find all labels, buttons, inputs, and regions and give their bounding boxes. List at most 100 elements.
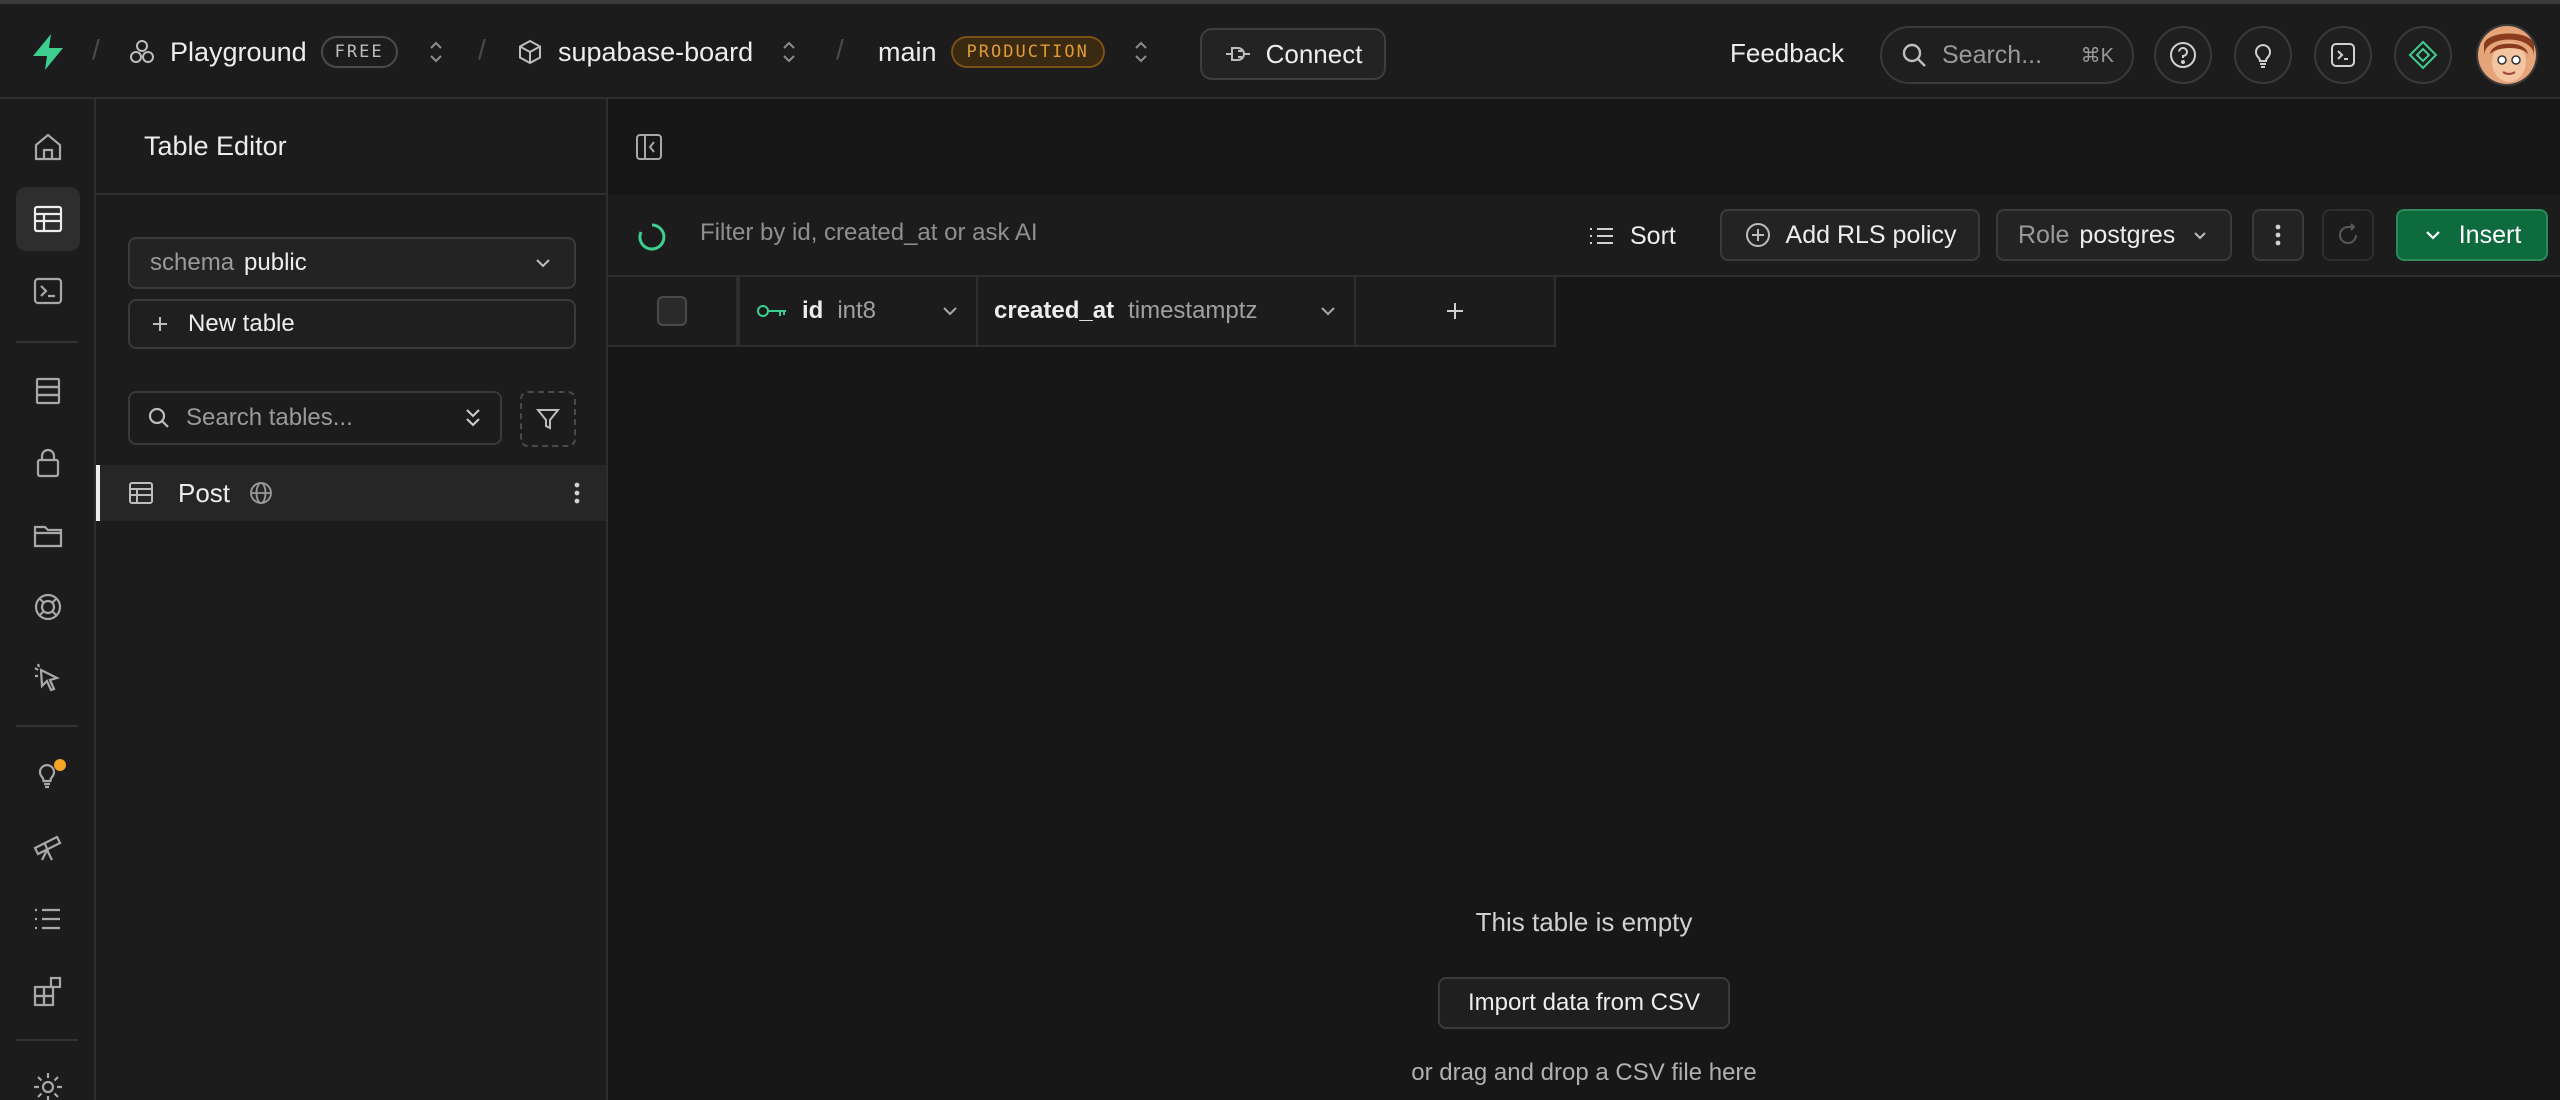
nav-advisors[interactable] (16, 743, 80, 807)
chevron-down-icon[interactable] (940, 301, 960, 321)
table-list-item[interactable]: Post (96, 465, 606, 521)
nav-logs[interactable] (16, 887, 80, 951)
telescope-icon (31, 830, 65, 864)
select-all-checkbox[interactable] (657, 296, 687, 326)
plus-icon (150, 314, 170, 334)
help-icon (2168, 40, 2198, 70)
gear-icon (31, 1070, 65, 1100)
ai-diamond-icon (2407, 39, 2439, 71)
loading-spinner-icon (636, 221, 668, 253)
schema-selector[interactable]: schema public (128, 237, 576, 289)
grid-header-row: id int8 created_at timestamptz (608, 277, 1556, 347)
insert-label: Insert (2458, 220, 2522, 249)
feedback-button[interactable]: Feedback (1730, 38, 1844, 69)
nav-database[interactable] (16, 359, 80, 423)
refresh-button[interactable] (2322, 209, 2374, 261)
add-rls-policy-button[interactable]: Add RLS policy (1720, 209, 1980, 261)
plus-circle-icon (1744, 221, 1772, 249)
org-selector[interactable]: Playground FREE (128, 30, 446, 74)
empty-table-message: This table is empty (1475, 907, 1693, 937)
terminal-button[interactable] (2314, 26, 2372, 84)
chevron-updown-icon[interactable] (779, 38, 799, 66)
search-tables-input[interactable]: Search tables... (128, 391, 502, 445)
edge-functions-icon (31, 662, 65, 696)
column-header-created-at[interactable]: created_at timestamptz (978, 277, 1356, 347)
chevron-down-icon[interactable] (1318, 301, 1338, 321)
primary-key-icon (756, 300, 788, 322)
logs-icon (31, 902, 65, 936)
org-icon (128, 38, 156, 66)
environment-badge: PRODUCTION (950, 36, 1105, 68)
database-icon (31, 374, 65, 408)
filter-input[interactable]: Filter by id, created_at or ask AI (700, 219, 1038, 247)
grid-toolbar: Filter by id, created_at or ask AI Sort … (608, 195, 2560, 277)
help-button[interactable] (2154, 26, 2212, 84)
role-selector[interactable]: Role postgres (1996, 209, 2232, 261)
nav-home[interactable] (16, 115, 80, 179)
schema-label: schema (150, 249, 235, 276)
nav-table-editor[interactable] (16, 187, 80, 251)
nav-authentication[interactable] (16, 431, 80, 495)
branch-selector[interactable]: main PRODUCTION (878, 30, 1151, 74)
chevron-down-icon (532, 252, 554, 274)
schema-value: public (244, 249, 307, 276)
role-label: Role (2018, 220, 2070, 249)
more-options-button[interactable] (2252, 209, 2304, 261)
collapse-sidebar-icon[interactable] (634, 132, 664, 162)
auth-icon (31, 446, 65, 480)
whats-new-button[interactable] (2234, 26, 2292, 84)
nav-integrations[interactable] (16, 959, 80, 1023)
role-value: postgres (2079, 220, 2176, 249)
more-vertical-icon[interactable] (564, 479, 590, 507)
insert-button[interactable]: Insert (2396, 209, 2548, 261)
supabase-logo-icon[interactable] (28, 32, 68, 72)
search-tables-placeholder: Search tables... (186, 404, 353, 431)
import-csv-button[interactable]: Import data from CSV (1438, 977, 1730, 1029)
user-avatar[interactable] (2476, 24, 2538, 86)
nav-settings[interactable] (16, 1055, 80, 1100)
realtime-icon (31, 590, 65, 624)
chevron-updown-icon[interactable] (426, 38, 446, 66)
filter-tables-button[interactable] (520, 391, 576, 447)
select-all-cell (608, 277, 740, 347)
table-editor-sidebar: Table Editor schema public New table Sea… (96, 99, 608, 1100)
column-header-id[interactable]: id int8 (740, 277, 978, 347)
notification-dot (54, 759, 66, 771)
assistant-button[interactable] (2394, 26, 2452, 84)
sidebar-title: Table Editor (96, 99, 606, 195)
connect-button[interactable]: Connect (1200, 28, 1386, 80)
primary-nav (0, 99, 96, 1100)
sort-button[interactable]: Sort (1588, 211, 1676, 261)
column-name: created_at (994, 297, 1115, 324)
integrations-icon (31, 974, 65, 1008)
breadcrumb-separator: / (836, 34, 844, 65)
nav-divider (16, 1039, 78, 1041)
nav-observability[interactable] (16, 815, 80, 879)
chevrons-collapse-icon[interactable] (462, 405, 484, 431)
search-icon (146, 405, 172, 431)
nav-storage[interactable] (16, 503, 80, 567)
new-table-button[interactable]: New table (128, 299, 576, 349)
rls-label: Add RLS policy (1785, 220, 1957, 249)
project-selector[interactable]: supabase-board (516, 30, 799, 74)
chevron-updown-icon[interactable] (1131, 38, 1151, 66)
lightbulb-icon (2248, 40, 2278, 70)
nav-divider (16, 725, 78, 727)
home-icon (31, 130, 65, 164)
column-type: timestamptz (1128, 297, 1258, 324)
plug-icon (1224, 42, 1252, 66)
sql-editor-icon (31, 274, 65, 308)
globe-icon (248, 480, 274, 506)
plan-badge: FREE (320, 36, 398, 68)
nav-realtime[interactable] (16, 575, 80, 639)
column-type: int8 (837, 297, 877, 324)
sort-label: Sort (1630, 221, 1676, 250)
terminal-icon (2328, 40, 2358, 70)
add-column-button[interactable] (1356, 277, 1556, 347)
nav-edge-functions[interactable] (16, 647, 80, 711)
global-search[interactable]: Search... ⌘K (1880, 26, 2134, 84)
nav-sql-editor[interactable] (16, 259, 80, 323)
breadcrumb-separator: / (92, 34, 100, 65)
chevron-down-icon (2191, 226, 2209, 244)
storage-icon (31, 518, 65, 552)
